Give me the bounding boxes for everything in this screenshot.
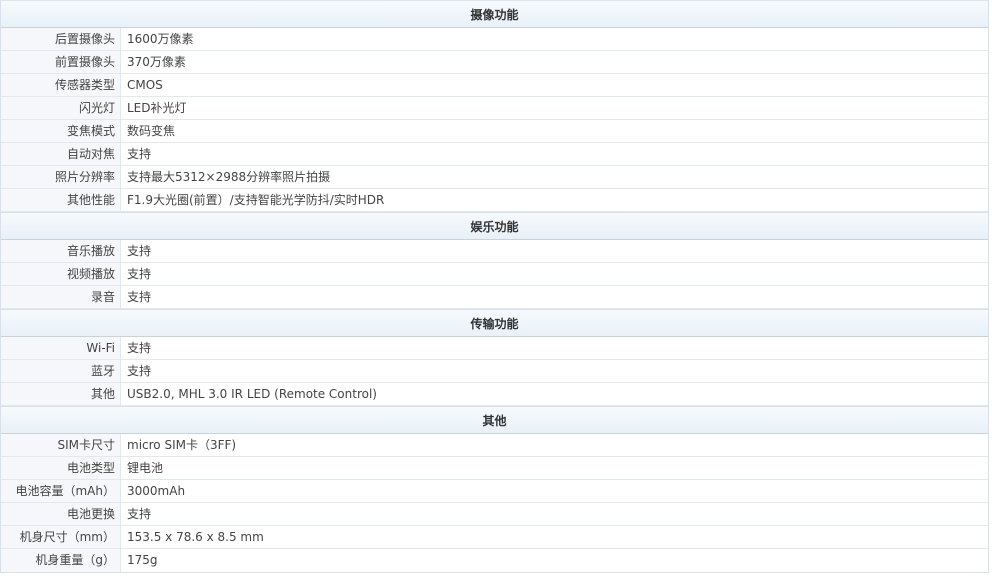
spec-table: 摄像功能 后置摄像头 1600万像素 前置摄像头 370万像素 传感器类型 CM… [0, 0, 989, 573]
row-label: 音乐播放 [1, 240, 121, 262]
table-row: 录音 支持 [1, 286, 988, 309]
row-value: USB2.0, MHL 3.0 IR LED (Remote Control) [127, 387, 377, 401]
row-value: 1600万像素 [127, 32, 194, 46]
row-value: 175g [127, 553, 158, 567]
row-value: LED补光灯 [127, 101, 187, 115]
row-label: 照片分辨率 [1, 166, 121, 188]
table-row: 电池容量（mAh） 3000mAh [1, 480, 988, 503]
table-row: 机身尺寸（mm） 153.5 x 78.6 x 8.5 mm [1, 526, 988, 549]
row-label: 机身尺寸（mm） [1, 526, 121, 548]
row-label: 视频播放 [1, 263, 121, 285]
section-header-connectivity: 传输功能 [1, 309, 988, 337]
table-row: 自动对焦 支持 [1, 143, 988, 166]
table-row: 蓝牙 支持 [1, 360, 988, 383]
table-row: 前置摄像头 370万像素 [1, 51, 988, 74]
row-value: 支持 [127, 147, 152, 161]
table-row: 传感器类型 CMOS [1, 74, 988, 97]
row-label: Wi-Fi [1, 337, 121, 359]
table-row: 变焦模式 数码变焦 [1, 120, 988, 143]
row-value: 支持 [127, 507, 152, 521]
table-row: 视频播放 支持 [1, 263, 988, 286]
row-label: 电池更换 [1, 503, 121, 525]
row-label: 闪光灯 [1, 97, 121, 119]
row-value: 支持 [127, 364, 152, 378]
row-value: 支持最大5312×2988分辨率照片拍摄 [127, 170, 331, 184]
row-label: 电池类型 [1, 457, 121, 479]
table-row: 音乐播放 支持 [1, 240, 988, 263]
row-label: 其他 [1, 383, 121, 405]
row-value: 153.5 x 78.6 x 8.5 mm [127, 530, 264, 544]
table-row: 闪光灯 LED补光灯 [1, 97, 988, 120]
row-value: CMOS [127, 78, 163, 92]
row-label: 前置摄像头 [1, 51, 121, 73]
row-label: 录音 [1, 286, 121, 308]
row-label: SIM卡尺寸 [1, 434, 121, 456]
row-value: 支持 [127, 341, 152, 355]
row-label: 其他性能 [1, 189, 121, 211]
table-row: 其他性能 F1.9大光圈(前置）/支持智能光学防抖/实时HDR [1, 189, 988, 212]
row-value: 370万像素 [127, 55, 186, 69]
section-header-entertainment: 娱乐功能 [1, 212, 988, 240]
table-row: 电池类型 锂电池 [1, 457, 988, 480]
table-row: Wi-Fi 支持 [1, 337, 988, 360]
row-label: 电池容量（mAh） [1, 480, 121, 502]
section-header-other: 其他 [1, 406, 988, 434]
row-value: 支持 [127, 267, 152, 281]
row-value: 支持 [127, 290, 152, 304]
row-label: 自动对焦 [1, 143, 121, 165]
table-row: SIM卡尺寸 micro SIM卡（3FF) [1, 434, 988, 457]
table-row: 后置摄像头 1600万像素 [1, 28, 988, 51]
row-value: F1.9大光圈(前置）/支持智能光学防抖/实时HDR [127, 193, 385, 207]
row-value: 支持 [127, 244, 152, 258]
table-row: 机身重量（g） 175g [1, 549, 988, 572]
row-label: 机身重量（g） [1, 549, 121, 572]
table-row: 电池更换 支持 [1, 503, 988, 526]
row-value: micro SIM卡（3FF) [127, 438, 237, 452]
row-label: 传感器类型 [1, 74, 121, 96]
table-row: 照片分辨率 支持最大5312×2988分辨率照片拍摄 [1, 166, 988, 189]
row-value: 数码变焦 [127, 124, 176, 138]
row-value: 锂电池 [127, 461, 164, 475]
row-label: 蓝牙 [1, 360, 121, 382]
section-header-camera: 摄像功能 [1, 0, 988, 28]
row-value: 3000mAh [127, 484, 186, 498]
row-label: 后置摄像头 [1, 28, 121, 50]
row-label: 变焦模式 [1, 120, 121, 142]
table-row: 其他 USB2.0, MHL 3.0 IR LED (Remote Contro… [1, 383, 988, 406]
